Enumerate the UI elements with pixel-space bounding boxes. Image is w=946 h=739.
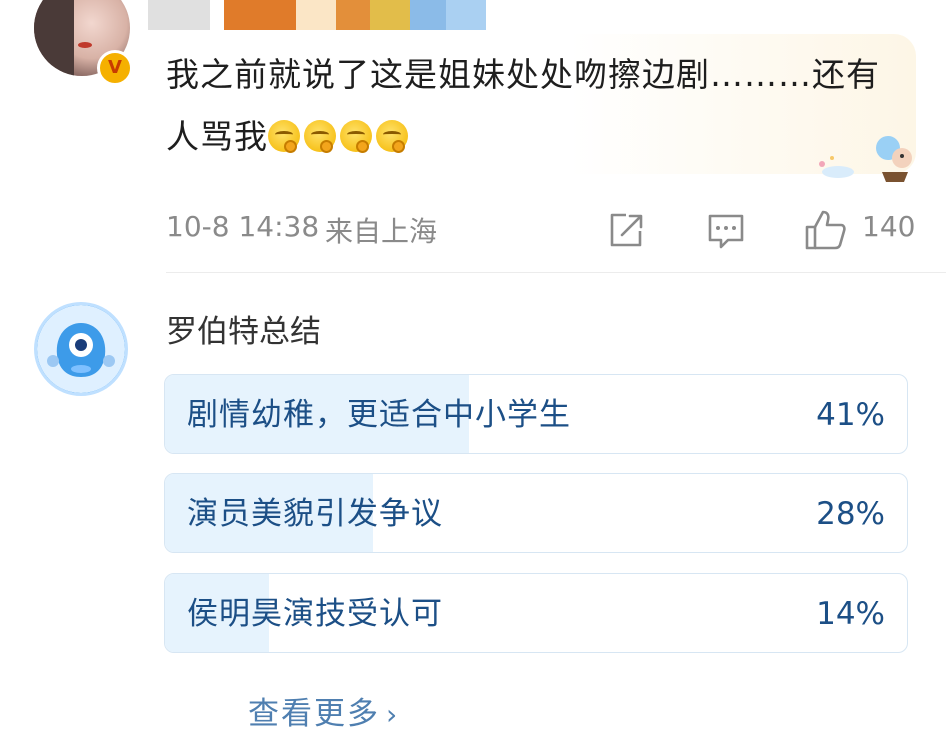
share-icon[interactable] — [606, 208, 646, 252]
poll-option-label: 演员美貌引发争议 — [187, 496, 443, 532]
thinking-emoji-icon — [268, 120, 300, 153]
robot-avatar[interactable] — [34, 302, 128, 396]
comment-divider — [166, 272, 946, 273]
see-more-link[interactable]: 查看更多 › — [248, 688, 399, 733]
poll-option-label: 侯明昊演技受认可 — [187, 596, 443, 632]
poll-option[interactable]: 剧情幼稚，更适合中小学生 41% — [164, 374, 908, 454]
comment-timestamp: 10-8 14:38 — [166, 210, 320, 243]
see-more-label: 查看更多 — [248, 696, 380, 732]
comment-text: 我之前就说了这是姐妹处处吻擦边剧………还有人骂我 — [166, 44, 896, 168]
poll-option[interactable]: 侯明昊演技受认可 14% — [164, 573, 908, 653]
comment-icon[interactable] — [706, 208, 746, 252]
thinking-emoji-icon — [340, 120, 372, 153]
thinking-emoji-icon — [376, 120, 408, 153]
poll-option-percent: 41% — [816, 397, 885, 433]
thinking-emoji-icon — [304, 120, 336, 153]
chevron-right-icon: › — [386, 698, 400, 731]
like-count: 140 — [862, 210, 916, 243]
like-icon[interactable] — [804, 208, 848, 252]
robot-mascot-icon — [37, 305, 125, 393]
comment-location: 来自上海 — [325, 215, 438, 248]
poll-option[interactable]: 演员美貌引发争议 28% — [164, 473, 908, 553]
previous-image-strip — [148, 0, 486, 30]
poll-option-percent: 14% — [816, 596, 885, 632]
bubble-decoration-icon — [819, 136, 912, 182]
poll-option-percent: 28% — [816, 496, 885, 532]
poll-option-label: 剧情幼稚，更适合中小学生 — [187, 397, 571, 433]
poll-title: 罗伯特总结 — [166, 314, 321, 350]
verified-badge-icon: V — [97, 50, 133, 86]
